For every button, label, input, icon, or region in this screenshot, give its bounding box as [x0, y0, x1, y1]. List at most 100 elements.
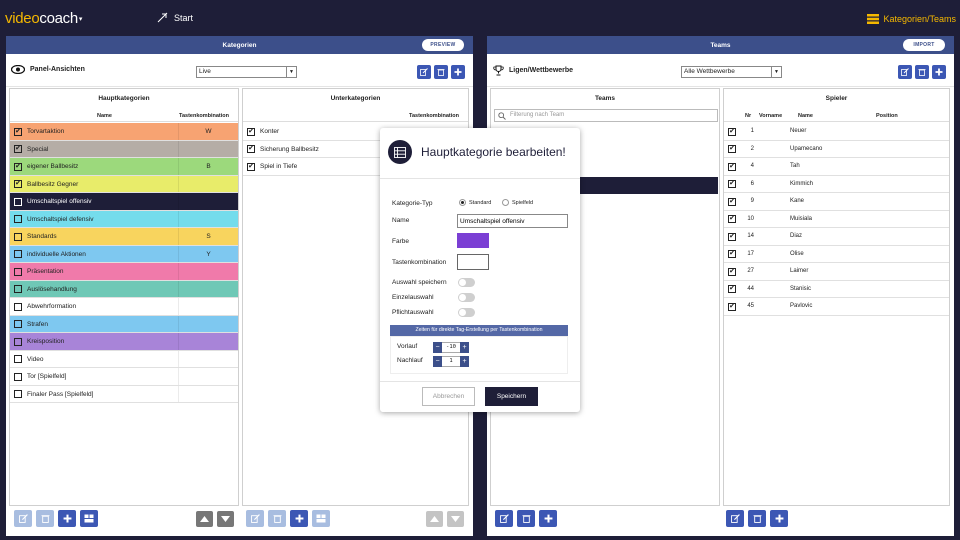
- nachlauf-stepper[interactable]: − 1 +: [433, 356, 469, 367]
- spieler-row[interactable]: ✔ 6 Kimmich: [724, 176, 949, 193]
- delete-spieler-button[interactable]: [748, 510, 766, 527]
- hauptkategorie-row[interactable]: Kreisposition: [10, 333, 238, 351]
- preview-button[interactable]: PREVIEW: [422, 39, 464, 51]
- checkbox-icon[interactable]: [14, 355, 22, 363]
- checkbox-checked-icon[interactable]: ✔: [728, 197, 736, 206]
- import-button[interactable]: IMPORT: [903, 39, 945, 51]
- checkbox-checked-icon[interactable]: ✔: [728, 145, 736, 153]
- checkbox-icon[interactable]: [14, 372, 22, 381]
- hauptkategorie-row[interactable]: ✔ Ballbesitz Gegner: [10, 175, 238, 193]
- hauptkategorie-row[interactable]: Präsentation: [10, 263, 238, 281]
- spieler-row[interactable]: ✔ 2 Upamecano: [724, 141, 949, 158]
- checkbox-icon[interactable]: [14, 232, 22, 241]
- hauptkategorie-row[interactable]: ✔ Special: [10, 140, 238, 158]
- spieler-row[interactable]: ✔ 9 Kane: [724, 193, 949, 211]
- move-down-button[interactable]: [217, 511, 234, 527]
- hauptkategorie-row[interactable]: Abwehrformation: [10, 298, 238, 316]
- checkbox-checked-icon[interactable]: ✔: [728, 267, 736, 276]
- name-input[interactable]: [457, 214, 568, 228]
- hauptkategorie-row[interactable]: Umschaltspiel offensiv: [10, 193, 238, 211]
- layout-haupt-button[interactable]: [80, 510, 98, 527]
- spieler-row[interactable]: ✔ 10 Muisiala: [724, 211, 949, 228]
- checkbox-checked-icon[interactable]: ✔: [14, 180, 22, 188]
- hauptkategorie-row[interactable]: Strafen: [10, 315, 238, 333]
- spieler-row[interactable]: ✔ 1 Neuer: [724, 123, 949, 141]
- team-search-input[interactable]: Filterung nach Team: [494, 109, 718, 122]
- checkbox-checked-icon[interactable]: ✔: [247, 162, 255, 171]
- checkbox-icon[interactable]: [14, 250, 22, 258]
- vorlauf-value[interactable]: -10: [442, 342, 460, 353]
- hauptkategorie-row[interactable]: Video: [10, 350, 238, 368]
- hauptkategorie-row[interactable]: ✔ Torvartaktion W: [10, 123, 238, 141]
- minus-icon[interactable]: −: [433, 356, 442, 367]
- edit-spieler-button[interactable]: [726, 510, 744, 527]
- plus-icon[interactable]: +: [460, 342, 469, 353]
- checkbox-checked-icon[interactable]: ✔: [728, 232, 736, 241]
- checkbox-checked-icon[interactable]: ✔: [728, 250, 736, 258]
- delete-button[interactable]: [434, 65, 448, 79]
- spieler-row[interactable]: ✔ 45 Pavlovic: [724, 298, 949, 316]
- checkbox-checked-icon[interactable]: ✔: [14, 127, 22, 136]
- unter-move-up-button[interactable]: [426, 511, 443, 527]
- checkbox-checked-icon[interactable]: ✔: [728, 162, 736, 171]
- checkbox-checked-icon[interactable]: ✔: [728, 180, 736, 188]
- edit-button[interactable]: [898, 65, 912, 79]
- einzelauswahl-toggle[interactable]: [458, 293, 475, 302]
- edit-haupt-button[interactable]: [14, 510, 32, 527]
- move-up-button[interactable]: [196, 511, 213, 527]
- type-spielfeld-radio[interactable]: Spielfeld: [502, 199, 533, 206]
- spieler-row[interactable]: ✔ 27 Laimer: [724, 263, 949, 281]
- checkbox-icon[interactable]: [14, 197, 22, 206]
- kategorien-teams-link[interactable]: Kategorien/Teams: [867, 14, 956, 24]
- checkbox-checked-icon[interactable]: ✔: [728, 215, 736, 223]
- checkbox-checked-icon[interactable]: ✔: [14, 145, 22, 153]
- add-button[interactable]: [451, 65, 465, 79]
- checkbox-checked-icon[interactable]: ✔: [14, 162, 22, 171]
- vorlauf-stepper[interactable]: − -10 +: [433, 342, 469, 353]
- hauptkategorie-row[interactable]: Auslösehandlung: [10, 280, 238, 298]
- hauptkategorie-row[interactable]: Umschaltspiel defensiv: [10, 210, 238, 228]
- add-unter-button[interactable]: [290, 510, 308, 527]
- pflichtauswahl-toggle[interactable]: [458, 308, 475, 317]
- add-team-button[interactable]: [539, 510, 557, 527]
- spieler-row[interactable]: ✔ 17 Olise: [724, 246, 949, 263]
- type-standard-radio[interactable]: Standard: [459, 199, 491, 206]
- checkbox-icon[interactable]: [14, 215, 22, 223]
- plus-icon[interactable]: +: [460, 356, 469, 367]
- ligen-select[interactable]: Alle Wettbewerbe ▼: [681, 66, 782, 78]
- hauptkategorie-row[interactable]: ✔ eigener Ballbesitz B: [10, 158, 238, 176]
- checkbox-checked-icon[interactable]: ✔: [247, 127, 255, 136]
- nachlauf-value[interactable]: 1: [442, 356, 460, 367]
- spieler-row[interactable]: ✔ 44 Stanisic: [724, 281, 949, 298]
- minus-icon[interactable]: −: [433, 342, 442, 353]
- add-button[interactable]: [932, 65, 946, 79]
- checkbox-icon[interactable]: [14, 390, 22, 398]
- auswahl-speichern-toggle[interactable]: [458, 278, 475, 287]
- checkbox-icon[interactable]: [14, 285, 22, 293]
- add-spieler-button[interactable]: [770, 510, 788, 527]
- checkbox-checked-icon[interactable]: ✔: [728, 127, 736, 136]
- spieler-row[interactable]: ✔ 4 Tah: [724, 158, 949, 176]
- hauptkategorie-row[interactable]: individuelle Aktionen Y: [10, 245, 238, 263]
- checkbox-icon[interactable]: [14, 302, 22, 311]
- tastenkombination-input[interactable]: [457, 254, 489, 270]
- unter-move-down-button[interactable]: [447, 511, 464, 527]
- start-link[interactable]: Start: [156, 12, 193, 24]
- spieler-row[interactable]: ✔ 14 Diaz: [724, 228, 949, 246]
- checkbox-icon[interactable]: [14, 267, 22, 276]
- edit-team-button[interactable]: [495, 510, 513, 527]
- cancel-button[interactable]: Abbrechen: [422, 387, 475, 406]
- add-haupt-button[interactable]: [58, 510, 76, 527]
- hauptkategorie-row[interactable]: Tor [Spielfeld]: [10, 368, 238, 386]
- app-logo[interactable]: videocoach▾: [5, 10, 82, 27]
- checkbox-icon[interactable]: [14, 320, 22, 328]
- delete-button[interactable]: [915, 65, 929, 79]
- save-button[interactable]: Speichern: [485, 387, 538, 406]
- delete-haupt-button[interactable]: [36, 510, 54, 527]
- layout-unter-button[interactable]: [312, 510, 330, 527]
- edit-button[interactable]: [417, 65, 431, 79]
- panel-ansichten-select[interactable]: Live ▼: [196, 66, 297, 78]
- hauptkategorie-row[interactable]: Finaler Pass [Spielfeld]: [10, 385, 238, 403]
- color-picker[interactable]: [457, 233, 489, 248]
- hauptkategorie-row[interactable]: Standards S: [10, 228, 238, 246]
